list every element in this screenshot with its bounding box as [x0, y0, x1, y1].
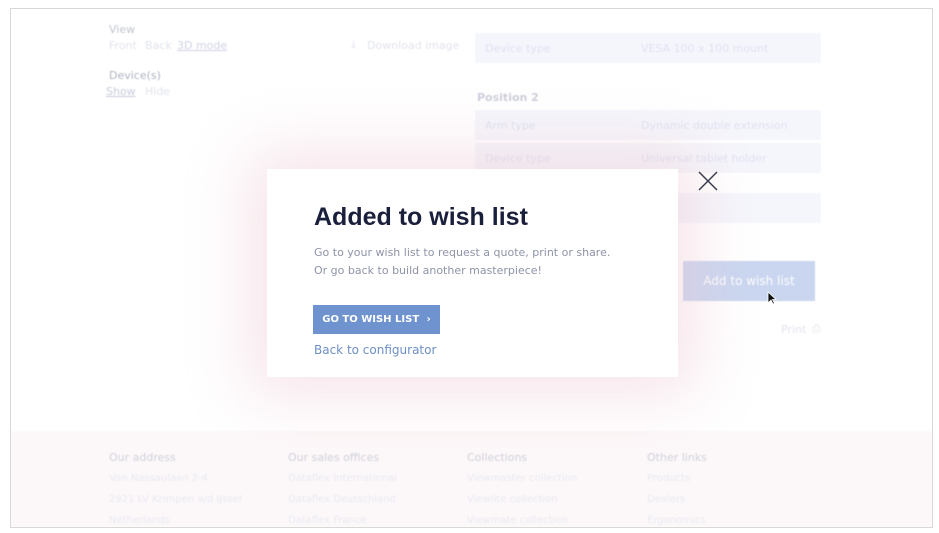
close-icon[interactable] — [697, 170, 719, 192]
footer-item[interactable]: Netherlands — [109, 515, 170, 526]
spec-row: Arm type Dynamic double extension — [475, 110, 821, 140]
print-icon[interactable]: ⎙ — [812, 322, 821, 336]
footer: Our address Van Nassaulaan 2-4 2921 LV K… — [11, 431, 932, 527]
chevron-right-icon: › — [426, 314, 431, 325]
devices-label: Device(s) — [109, 69, 161, 82]
wish-list-modal: Added to wish list Go to your wish list … — [267, 169, 678, 377]
modal-message-line-1: Go to your wish list to request a quote,… — [314, 246, 611, 259]
footer-heading: Our sales offices — [288, 451, 380, 464]
footer-heading: Our address — [109, 451, 176, 464]
footer-item[interactable]: Dataflex International — [288, 473, 397, 484]
devices-show[interactable]: Show — [106, 85, 136, 98]
go-to-wish-list-button[interactable]: GO TO WISH LIST › — [313, 305, 440, 334]
view-option-back[interactable]: Back — [145, 39, 172, 52]
footer-item[interactable]: 2921 LV Krimpen a/d IJssel — [109, 494, 242, 505]
spec-row: Device type VESA 100 x 100 mount — [475, 33, 821, 63]
view-option-front[interactable]: Front — [109, 39, 137, 52]
footer-heading: Collections — [467, 451, 528, 464]
view-label: View — [109, 23, 136, 36]
modal-message: Go to your wish list to request a quote,… — [314, 244, 654, 280]
app-frame: View Front Back 3D mode ⤓ Download image… — [10, 8, 933, 528]
download-image-link[interactable]: Download image — [367, 39, 459, 52]
download-icon[interactable]: ⤓ — [351, 38, 356, 52]
footer-item[interactable]: Viewmaster collection — [467, 473, 577, 484]
footer-item[interactable]: Products — [647, 473, 690, 484]
go-to-wish-list-label: GO TO WISH LIST — [322, 314, 420, 325]
view-option-3d[interactable]: 3D mode — [177, 39, 227, 52]
footer-heading: Other links — [647, 451, 707, 464]
footer-item[interactable]: Dealers — [647, 494, 685, 505]
mouse-cursor-icon — [767, 290, 778, 305]
print-link[interactable]: Print — [781, 323, 806, 336]
footer-item[interactable]: Viewmate collection — [467, 515, 568, 526]
modal-message-line-2: Or go back to build another masterpiece! — [314, 264, 542, 277]
footer-item[interactable]: Dataflex Deutschland — [288, 494, 396, 505]
modal-title: Added to wish list — [314, 203, 528, 231]
back-to-configurator-link[interactable]: Back to configurator — [314, 343, 436, 357]
footer-item[interactable]: Ergonomics — [647, 515, 705, 526]
devices-hide[interactable]: Hide — [145, 85, 170, 98]
footer-item[interactable]: Viewlite collection — [467, 494, 558, 505]
footer-item[interactable]: Van Nassaulaan 2-4 — [109, 473, 208, 484]
footer-item[interactable]: Dataflex France — [288, 515, 367, 526]
add-to-wish-list-button[interactable]: Add to wish list — [683, 261, 815, 301]
position-2-title: Position 2 — [477, 91, 539, 104]
